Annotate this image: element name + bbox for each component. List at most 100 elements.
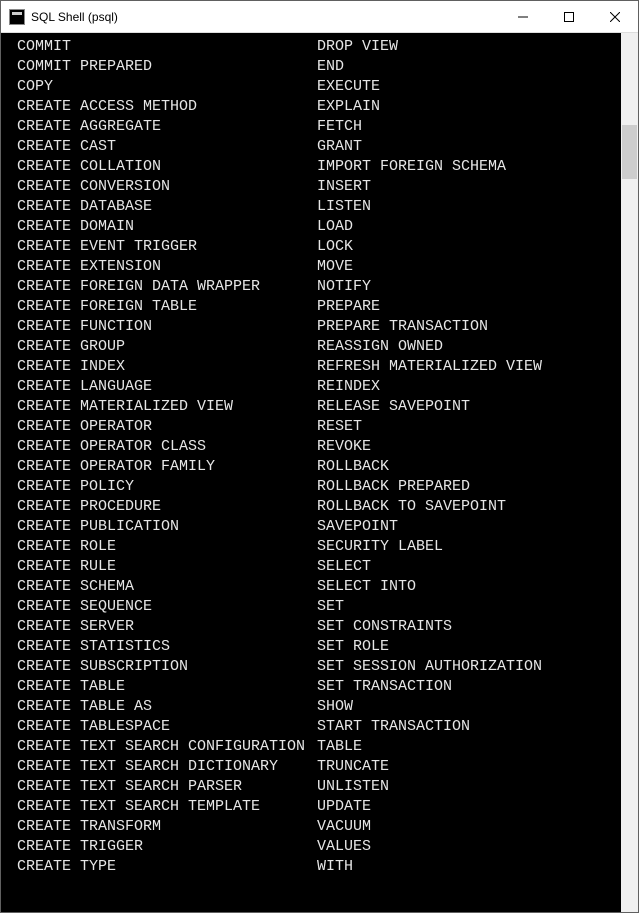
command-col2: SAVEPOINT [317,517,621,537]
command-col1: CREATE SCHEMA [17,577,317,597]
command-col2: VALUES [317,837,621,857]
terminal-row: CREATE OPERATOR CLASSREVOKE [17,437,621,457]
command-col2: DROP VIEW [317,37,621,57]
command-col2: TRUNCATE [317,757,621,777]
command-col2: SET ROLE [317,637,621,657]
command-col1: CREATE TRIGGER [17,837,317,857]
command-col1: CREATE TABLE AS [17,697,317,717]
terminal-row: CREATE FOREIGN DATA WRAPPERNOTIFY [17,277,621,297]
command-col2: IMPORT FOREIGN SCHEMA [317,157,621,177]
window-title: SQL Shell (psql) [31,10,500,24]
command-col1: CREATE OPERATOR FAMILY [17,457,317,477]
minimize-icon [518,12,528,22]
terminal-row: CREATE FUNCTIONPREPARE TRANSACTION [17,317,621,337]
terminal-row: CREATE INDEXREFRESH MATERIALIZED VIEW [17,357,621,377]
command-col2: SET [317,597,621,617]
command-col2: SELECT [317,557,621,577]
content: COMMITDROP VIEWCOMMIT PREPAREDENDCOPYEXE… [1,33,638,912]
command-col2: ROLLBACK TO SAVEPOINT [317,497,621,517]
command-col1: CREATE GROUP [17,337,317,357]
window-controls [500,1,638,32]
command-col2: MOVE [317,257,621,277]
terminal-row: CREATE STATISTICSSET ROLE [17,637,621,657]
terminal-row: COPYEXECUTE [17,77,621,97]
command-col1: CREATE ROLE [17,537,317,557]
terminal-row: CREATE ACCESS METHODEXPLAIN [17,97,621,117]
command-col1: CREATE AGGREGATE [17,117,317,137]
terminal-row: COMMIT PREPAREDEND [17,57,621,77]
terminal-row: CREATE TABLE ASSHOW [17,697,621,717]
command-col2: PREPARE TRANSACTION [317,317,621,337]
command-col2: SET CONSTRAINTS [317,617,621,637]
window: SQL Shell (psql) COMMITDROP VIEWCOMMIT P… [0,0,639,913]
command-col1: CREATE TRANSFORM [17,817,317,837]
terminal-output[interactable]: COMMITDROP VIEWCOMMIT PREPAREDENDCOPYEXE… [1,33,621,912]
terminal-row: CREATE SCHEMASELECT INTO [17,577,621,597]
command-col1: CREATE COLLATION [17,157,317,177]
scrollbar-thumb[interactable] [622,125,637,179]
minimize-button[interactable] [500,1,546,32]
command-col1: CREATE DOMAIN [17,217,317,237]
command-col2: LOCK [317,237,621,257]
terminal-row: COMMITDROP VIEW [17,37,621,57]
terminal-row: CREATE GROUPREASSIGN OWNED [17,337,621,357]
command-col1: CREATE TABLESPACE [17,717,317,737]
command-col1: CREATE LANGUAGE [17,377,317,397]
command-col1: COPY [17,77,317,97]
command-col2: SET TRANSACTION [317,677,621,697]
command-col2: EXPLAIN [317,97,621,117]
command-col2: FETCH [317,117,621,137]
terminal-row: CREATE SEQUENCESET [17,597,621,617]
command-col2: ROLLBACK PREPARED [317,477,621,497]
command-col1: CREATE INDEX [17,357,317,377]
command-col2: WITH [317,857,621,877]
command-col1: CREATE CAST [17,137,317,157]
terminal-row: CREATE TYPEWITH [17,857,621,877]
terminal-row: CREATE MATERIALIZED VIEWRELEASE SAVEPOIN… [17,397,621,417]
command-col2: END [317,57,621,77]
terminal-row: CREATE TEXT SEARCH DICTIONARYTRUNCATE [17,757,621,777]
terminal-row: CREATE TEXT SEARCH PARSERUNLISTEN [17,777,621,797]
command-col2: LISTEN [317,197,621,217]
command-col2: TABLE [317,737,621,757]
close-button[interactable] [592,1,638,32]
terminal-row: CREATE TABLESET TRANSACTION [17,677,621,697]
command-col1: CREATE TABLE [17,677,317,697]
terminal-row: CREATE LANGUAGEREINDEX [17,377,621,397]
command-col2: RESET [317,417,621,437]
command-col2: NOTIFY [317,277,621,297]
command-col1: CREATE MATERIALIZED VIEW [17,397,317,417]
command-col1: CREATE SERVER [17,617,317,637]
command-col2: SET SESSION AUTHORIZATION [317,657,621,677]
command-col1: CREATE TEXT SEARCH PARSER [17,777,317,797]
command-col1: CREATE FOREIGN DATA WRAPPER [17,277,317,297]
command-col1: CREATE DATABASE [17,197,317,217]
terminal-row: CREATE EXTENSIONMOVE [17,257,621,277]
command-col2: PREPARE [317,297,621,317]
maximize-button[interactable] [546,1,592,32]
terminal-row: CREATE ROLESECURITY LABEL [17,537,621,557]
command-col2: SELECT INTO [317,577,621,597]
app-icon [9,9,25,25]
titlebar[interactable]: SQL Shell (psql) [1,1,638,33]
terminal-row: CREATE SERVERSET CONSTRAINTS [17,617,621,637]
terminal-row: CREATE COLLATIONIMPORT FOREIGN SCHEMA [17,157,621,177]
command-col1: CREATE EVENT TRIGGER [17,237,317,257]
command-col2: SECURITY LABEL [317,537,621,557]
command-col1: CREATE OPERATOR [17,417,317,437]
command-col2: REFRESH MATERIALIZED VIEW [317,357,621,377]
command-col1: CREATE FOREIGN TABLE [17,297,317,317]
command-col1: CREATE EXTENSION [17,257,317,277]
command-col1: CREATE ACCESS METHOD [17,97,317,117]
terminal-row: CREATE FOREIGN TABLEPREPARE [17,297,621,317]
command-col2: ROLLBACK [317,457,621,477]
command-col1: CREATE PUBLICATION [17,517,317,537]
command-col2: VACUUM [317,817,621,837]
command-col2: SHOW [317,697,621,717]
command-col1: COMMIT PREPARED [17,57,317,77]
terminal-row: CREATE AGGREGATEFETCH [17,117,621,137]
command-col1: CREATE TEXT SEARCH DICTIONARY [17,757,317,777]
terminal-row: CREATE PUBLICATIONSAVEPOINT [17,517,621,537]
command-col2: EXECUTE [317,77,621,97]
vertical-scrollbar[interactable] [621,33,638,912]
